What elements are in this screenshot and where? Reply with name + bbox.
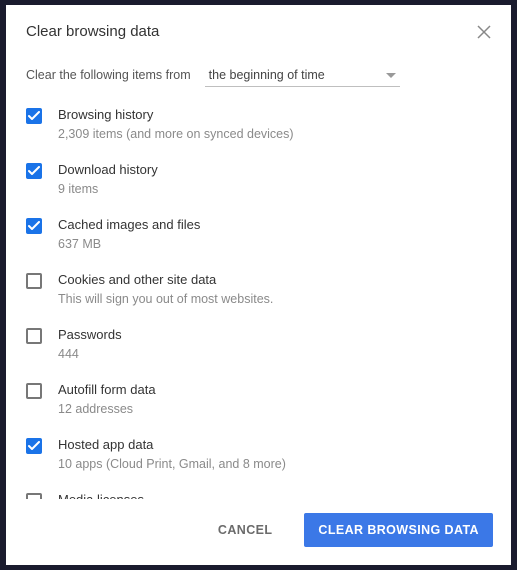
option-sublabel: 637 MB — [58, 236, 200, 254]
check-icon — [28, 441, 40, 451]
clear-browsing-data-dialog: Clear browsing data Clear the following … — [6, 5, 511, 565]
option-row: Browsing history 2,309 items (and more on… — [26, 97, 491, 152]
option-label: Autofill form data — [58, 381, 156, 399]
option-label: Hosted app data — [58, 436, 286, 454]
chevron-down-icon — [386, 68, 396, 82]
check-icon — [28, 221, 40, 231]
option-text: Passwords 444 — [58, 326, 122, 363]
check-icon — [28, 166, 40, 176]
option-row: Download history 9 items — [26, 152, 491, 207]
option-text: Cached images and files 637 MB — [58, 216, 200, 253]
option-row: Hosted app data 10 apps (Cloud Print, Gma… — [26, 427, 491, 482]
option-label: Cached images and files — [58, 216, 200, 234]
option-row: Autofill form data 12 addresses — [26, 372, 491, 427]
close-icon — [477, 25, 491, 39]
option-label: Browsing history — [58, 106, 294, 124]
option-text: Browsing history 2,309 items (and more on… — [58, 106, 294, 143]
options-list: Browsing history 2,309 items (and more on… — [6, 91, 511, 499]
option-text: Cookies and other site data This will sig… — [58, 271, 273, 308]
option-label: Cookies and other site data — [58, 271, 273, 289]
option-text: Media licensesYou may lose access to pre… — [58, 491, 491, 499]
dialog-footer: CANCEL CLEAR BROWSING DATA — [6, 499, 511, 565]
option-checkbox[interactable] — [26, 218, 42, 234]
option-checkbox[interactable] — [26, 438, 42, 454]
option-sublabel: This will sign you out of most websites. — [58, 291, 273, 309]
option-text: Download history 9 items — [58, 161, 158, 198]
dialog-title: Clear browsing data — [26, 23, 477, 40]
option-checkbox[interactable] — [26, 108, 42, 124]
time-range-select[interactable]: the beginning of time — [205, 66, 400, 87]
option-sublabel: 2,309 items (and more on synced devices) — [58, 126, 294, 144]
option-text: Autofill form data 12 addresses — [58, 381, 156, 418]
option-row: Passwords 444 — [26, 317, 491, 372]
option-row: Media licensesYou may lose access to pre… — [26, 482, 491, 499]
check-icon — [28, 111, 40, 121]
option-label: Passwords — [58, 326, 122, 344]
option-sublabel: 12 addresses — [58, 401, 156, 419]
option-sublabel: 10 apps (Cloud Print, Gmail, and 8 more) — [58, 456, 286, 474]
option-row: Cached images and files 637 MB — [26, 207, 491, 262]
time-range-row: Clear the following items from the begin… — [6, 46, 511, 91]
option-row: Cookies and other site data This will sig… — [26, 262, 491, 317]
time-range-label: Clear the following items from — [26, 68, 191, 82]
cancel-button[interactable]: CANCEL — [204, 513, 286, 547]
option-checkbox[interactable] — [26, 383, 42, 399]
option-checkbox[interactable] — [26, 273, 42, 289]
clear-data-button[interactable]: CLEAR BROWSING DATA — [304, 513, 493, 547]
close-button[interactable] — [477, 25, 491, 39]
option-label: Media licenses — [58, 491, 491, 499]
option-sublabel: 444 — [58, 346, 122, 364]
dialog-header: Clear browsing data — [6, 5, 511, 46]
option-checkbox[interactable] — [26, 328, 42, 344]
option-text: Hosted app data 10 apps (Cloud Print, Gma… — [58, 436, 286, 473]
option-sublabel: 9 items — [58, 181, 158, 199]
option-checkbox[interactable] — [26, 163, 42, 179]
time-range-value: the beginning of time — [209, 68, 386, 82]
option-label: Download history — [58, 161, 158, 179]
